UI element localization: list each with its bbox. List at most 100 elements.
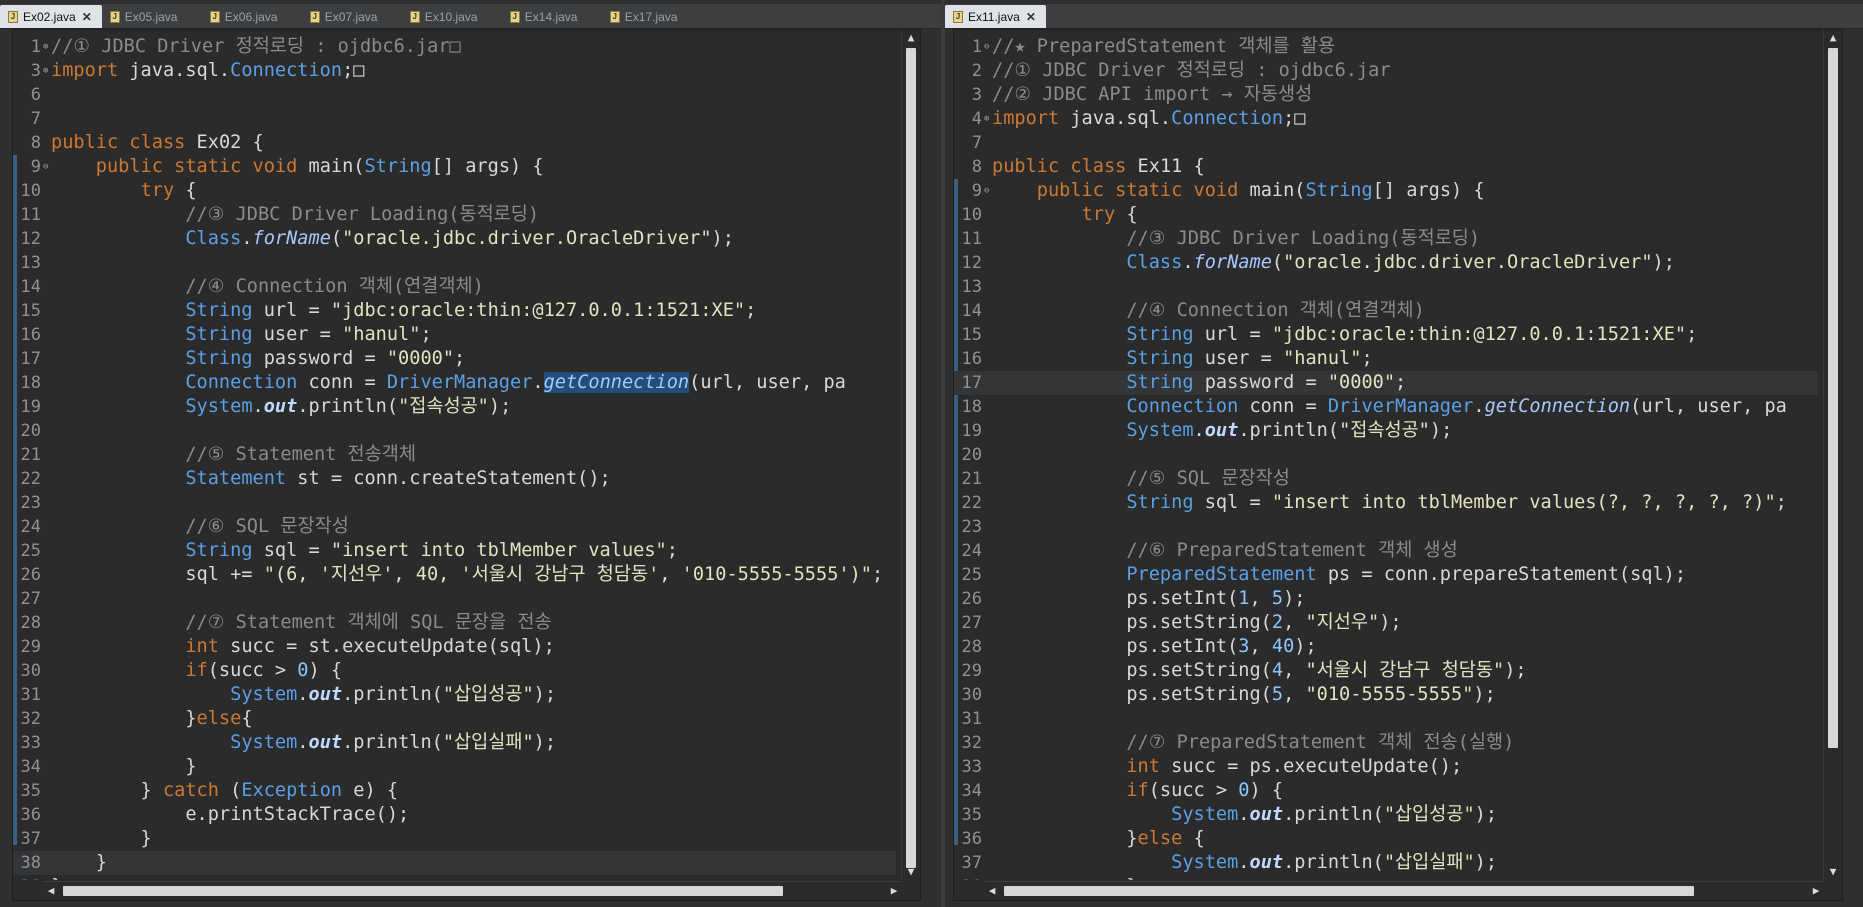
code-line[interactable]: 33 int succ = ps.executeUpdate();	[954, 755, 1818, 779]
left-code-editor[interactable]: 1 ⊕//① JDBC Driver 정적로딩 : ojdbc6.jar□ 3 ⊕ im…	[12, 29, 921, 901]
code-line[interactable]: 22 String sql = "insert into tblMember v…	[954, 491, 1818, 515]
code-line[interactable]: 16 String user = "hanul";	[954, 347, 1818, 371]
code-line[interactable]: 13	[954, 275, 1818, 299]
code-line[interactable]: 34 }	[13, 755, 896, 779]
code-line[interactable]: 28 //⑦ Statement 객체에 SQL 문장을 전송	[13, 611, 896, 635]
scroll-up-icon[interactable]: ▲	[902, 30, 920, 46]
code-line[interactable]: 24 //⑥ PreparedStatement 객체 생성	[954, 539, 1818, 563]
code-line[interactable]: 7	[13, 107, 896, 131]
code-line[interactable]: 4 ⊕ import java.sql.Connection;□	[954, 107, 1818, 131]
code-line[interactable]: 24 //⑥ SQL 문장작성	[13, 515, 896, 539]
left-vertical-scrollbar[interactable]: ▲ ▼	[901, 30, 920, 880]
code-line[interactable]: 26 sql += "(6, '지선우', 40, '서울시 강남구 청담동',…	[13, 563, 896, 587]
code-line[interactable]: 38 }	[13, 851, 896, 875]
code-line[interactable]: 28 ps.setInt(3, 40);	[954, 635, 1818, 659]
code-line[interactable]: 36 }else {	[954, 827, 1818, 851]
code-line[interactable]: 15 String url = "jdbc:oracle:thin:@127.0…	[954, 323, 1818, 347]
code-line[interactable]: 2 //① JDBC Driver 정적로딩 : ojdbc6.jar	[954, 59, 1818, 83]
scroll-down-icon[interactable]: ▼	[902, 864, 920, 880]
scroll-thumb[interactable]	[63, 886, 783, 896]
right-vertical-scrollbar[interactable]: ▲ ▼	[1823, 30, 1842, 880]
code-line[interactable]: 3 ⊕ import java.sql.Connection;□	[13, 59, 896, 83]
code-line[interactable]: 35 System.out.println("삽입성공");	[954, 803, 1818, 827]
scroll-right-icon[interactable]: ▶	[1808, 882, 1824, 900]
code-line[interactable]: 36 e.printStackTrace();	[13, 803, 896, 827]
code-line[interactable]: 1 ⊕//① JDBC Driver 정적로딩 : ojdbc6.jar□	[13, 35, 896, 59]
left-horizontal-scrollbar[interactable]: ◀ ▶	[43, 881, 902, 900]
code-line[interactable]: 35 } catch (Exception e) {	[13, 779, 896, 803]
scroll-down-icon[interactable]: ▼	[1824, 864, 1842, 880]
code-line[interactable]: 31	[954, 707, 1818, 731]
code-line[interactable]: 37 System.out.println("삽입실패");	[954, 851, 1818, 875]
right-horizontal-scrollbar[interactable]: ◀ ▶	[984, 881, 1824, 900]
scroll-thumb[interactable]	[1828, 48, 1838, 748]
code-line[interactable]: 13	[13, 251, 896, 275]
code-line[interactable]: 21 //⑤ Statement 전송객체	[13, 443, 896, 467]
code-line[interactable]: 26 ps.setInt(1, 5);	[954, 587, 1818, 611]
code-line[interactable]: 19 System.out.println("접속성공");	[954, 419, 1818, 443]
code-line[interactable]: 15 String url = "jdbc:oracle:thin:@127.0…	[13, 299, 896, 323]
code-line[interactable]: 23	[13, 491, 896, 515]
tab-ex11[interactable]: J Ex11.java ✕	[945, 5, 1046, 28]
code-line[interactable]: 10 try {	[954, 203, 1818, 227]
code-line[interactable]: 18 Connection conn = DriverManager.getCo…	[954, 395, 1818, 419]
code-line[interactable]: 25 String sql = "insert into tblMember v…	[13, 539, 896, 563]
code-line[interactable]: 30 ps.setString(5, "010-5555-5555");	[954, 683, 1818, 707]
left-code-lines[interactable]: 1 ⊕//① JDBC Driver 정적로딩 : ojdbc6.jar□ 3 ⊕ im…	[13, 35, 896, 880]
code-line[interactable]: 20	[954, 443, 1818, 467]
code-line[interactable]: 3 //② JDBC API import → 자동생성	[954, 83, 1818, 107]
code-line[interactable]: 22 Statement st = conn.createStatement()…	[13, 467, 896, 491]
code-line[interactable]: 25 PreparedStatement ps = conn.prepareSt…	[954, 563, 1818, 587]
tab-ex06[interactable]: J Ex06.java	[202, 5, 302, 28]
scroll-right-icon[interactable]: ▶	[886, 882, 902, 900]
tab-ex17[interactable]: J Ex17.java	[602, 5, 702, 28]
scroll-up-icon[interactable]: ▲	[1824, 30, 1842, 46]
code-line[interactable]: 16 String user = "hanul";	[13, 323, 896, 347]
code-line[interactable]: 12 Class.forName("oracle.jdbc.driver.Ora…	[13, 227, 896, 251]
code-line[interactable]: 11 //③ JDBC Driver Loading(동적로딩)	[13, 203, 896, 227]
tab-ex14[interactable]: J Ex14.java	[502, 5, 602, 28]
code-line[interactable]: 21 //⑤ SQL 문장작성	[954, 467, 1818, 491]
code-line[interactable]: 32 }else{	[13, 707, 896, 731]
tab-ex05[interactable]: J Ex05.java	[102, 5, 202, 28]
fold-toggle-icon[interactable]: ⊖	[984, 179, 992, 203]
tab-ex07[interactable]: J Ex07.java	[302, 5, 402, 28]
code-line[interactable]: 20	[13, 419, 896, 443]
scroll-left-icon[interactable]: ◀	[984, 882, 1000, 900]
code-line[interactable]: 34 if(succ > 0) {	[954, 779, 1818, 803]
code-line[interactable]: 8 public class Ex11 {	[954, 155, 1818, 179]
right-code-editor[interactable]: 1 ⊖//★ PreparedStatement 객체를 활용 2//① JDBC …	[953, 29, 1843, 901]
code-line[interactable]: 38 }	[954, 875, 1818, 880]
code-line[interactable]: 19 System.out.println("접속성공");	[13, 395, 896, 419]
code-line[interactable]: 27	[13, 587, 896, 611]
code-line[interactable]: 37 }	[13, 827, 896, 851]
close-icon[interactable]: ✕	[82, 10, 92, 24]
scroll-thumb[interactable]	[906, 48, 916, 868]
code-line[interactable]: 39}	[13, 875, 896, 880]
fold-toggle-icon[interactable]: ⊕	[984, 107, 992, 131]
fold-toggle-icon[interactable]: ⊖	[984, 35, 992, 59]
code-line[interactable]: 10 try {	[13, 179, 896, 203]
fold-toggle-icon[interactable]: ⊕	[43, 59, 51, 83]
code-line[interactable]: 27 ps.setString(2, "지선우");	[954, 611, 1818, 635]
code-line[interactable]: 18 Connection conn = DriverManager.getCo…	[13, 371, 896, 395]
code-line[interactable]: 9 ⊖ public static void main(String[] args…	[954, 179, 1818, 203]
scroll-thumb[interactable]	[1004, 886, 1694, 896]
code-line[interactable]: 12 Class.forName("oracle.jdbc.driver.Ora…	[954, 251, 1818, 275]
code-line[interactable]: 1 ⊖//★ PreparedStatement 객체를 활용	[954, 35, 1818, 59]
code-line[interactable]: 32 //⑦ PreparedStatement 객체 전송(실행)	[954, 731, 1818, 755]
code-line[interactable]: 6	[13, 83, 896, 107]
code-line[interactable]: 31 System.out.println("삽입성공");	[13, 683, 896, 707]
code-line[interactable]: 17 String password = "0000";	[13, 347, 896, 371]
close-icon[interactable]: ✕	[1026, 10, 1036, 24]
code-line[interactable]: 33 System.out.println("삽입실패");	[13, 731, 896, 755]
fold-toggle-icon[interactable]: ⊕	[43, 35, 51, 59]
code-line[interactable]: 9 ⊖ public static void main(String[] args…	[13, 155, 896, 179]
code-line[interactable]: 8 public class Ex02 {	[13, 131, 896, 155]
tab-ex10[interactable]: J Ex10.java	[402, 5, 502, 28]
code-line[interactable]: 11 //③ JDBC Driver Loading(동적로딩)	[954, 227, 1818, 251]
code-line[interactable]: 29 ps.setString(4, "서울시 강남구 청담동");	[954, 659, 1818, 683]
code-line[interactable]: 17 String password = "0000";	[954, 371, 1818, 395]
code-line[interactable]: 7	[954, 131, 1818, 155]
fold-toggle-icon[interactable]: ⊖	[43, 155, 51, 179]
